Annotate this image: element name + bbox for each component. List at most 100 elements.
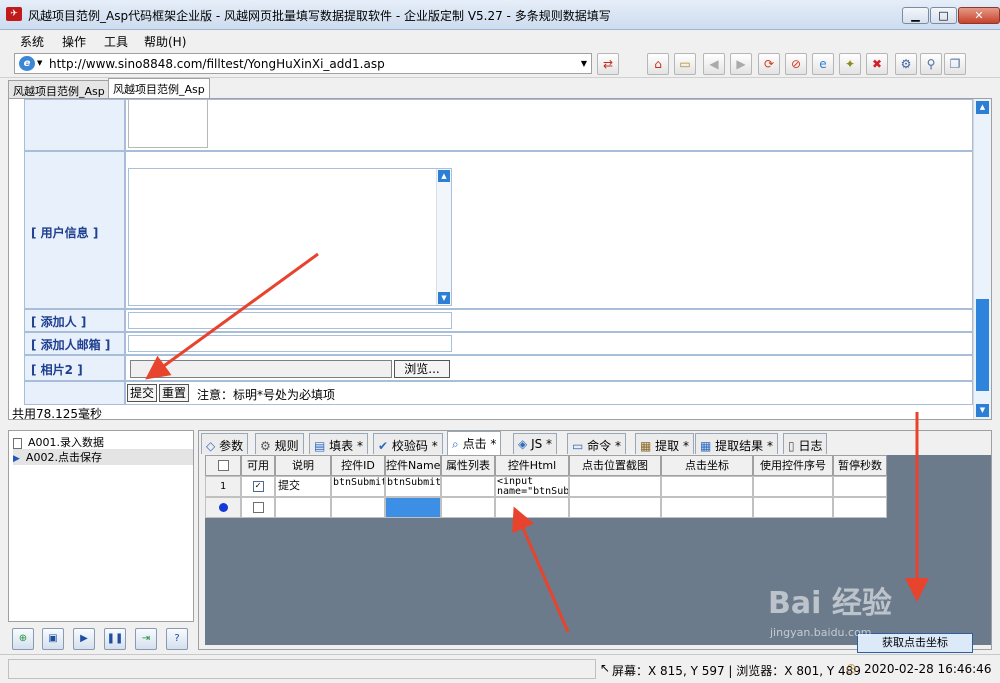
tab-label: 提取结果 *	[715, 439, 773, 453]
tab-extract-result[interactable]: ▦ 提取结果 *	[695, 433, 778, 454]
minimize-button[interactable]: ▁	[902, 7, 929, 24]
pause-seconds-cell[interactable]	[833, 476, 887, 497]
checkbox[interactable]	[217, 460, 229, 471]
tab-extract[interactable]: ▦ 提取 *	[635, 433, 694, 454]
export-icon[interactable]: ⇥	[135, 628, 157, 650]
panel-tabs: ◇ 参数 ⚙ 规则 ▤ 填表 * ✔ 校验码 * ⌕ 点击 * ◈ JS * ▭…	[199, 431, 993, 455]
chevron-down-icon[interactable]: ▼	[37, 59, 42, 67]
url-text: http://www.sino8848.com/filltest/YongHuX…	[49, 57, 385, 71]
back-icon[interactable]: ◀	[703, 53, 725, 75]
user-info-label-cell: [ 用户信息 ]	[24, 151, 125, 309]
url-input[interactable]: e ▼ http://www.sino8848.com/filltest/Yon…	[14, 53, 592, 74]
tab-params[interactable]: ◇ 参数	[201, 433, 249, 454]
menu-help[interactable]: 帮助(H)	[144, 33, 186, 50]
tab-log[interactable]: ▯ 日志	[783, 433, 828, 454]
click-icon: ⌕	[452, 437, 459, 451]
checkbox[interactable]	[252, 502, 264, 513]
enabled-cell[interactable]	[241, 497, 275, 518]
desc-cell[interactable]: 提交	[275, 476, 331, 497]
help-icon[interactable]: ?	[166, 628, 188, 650]
tab-rules[interactable]: ⚙ 规则	[255, 433, 304, 454]
click-coord-cell[interactable]	[661, 497, 753, 518]
doc-tab-1[interactable]: 风越项目范例_Asp	[8, 80, 110, 98]
browse-button[interactable]: 浏览...	[394, 360, 450, 378]
row-number: 1	[205, 476, 241, 497]
textarea-scrollbar[interactable]: ▲ ▼	[436, 169, 451, 305]
scroll-down-icon[interactable]: ▼	[976, 404, 989, 417]
tab-label: 提取 *	[655, 439, 689, 453]
step-item[interactable]: A001.录入数据	[13, 434, 104, 450]
save-icon[interactable]: ▣	[42, 628, 64, 650]
clock-icon: ◷	[846, 661, 857, 675]
ctrl-index-cell[interactable]	[753, 497, 833, 518]
checkbox-checked[interactable]: ✓	[252, 481, 264, 492]
scroll-up-icon[interactable]: ▲	[976, 101, 989, 114]
baidu-watermark: Bai 经验	[768, 586, 892, 621]
submit-label-cell	[24, 381, 125, 405]
browser-view: [ 用户信息 ] ▲ ▼ [ 添加人 ] [ 添加人邮箱 ] [ 相片2 ] 浏…	[8, 98, 992, 420]
close-button[interactable]: ✕	[958, 7, 1000, 24]
search-icon[interactable]: ⚲	[920, 53, 942, 75]
maximize-button[interactable]: □	[930, 7, 957, 24]
select-all-header[interactable]	[205, 455, 241, 476]
adder-input[interactable]	[128, 312, 452, 329]
ctrl-name-cell[interactable]: btnSubmit	[385, 476, 441, 497]
scroll-up-icon[interactable]: ▲	[438, 170, 450, 182]
home-icon[interactable]: ⌂	[647, 53, 669, 75]
form-label-cell	[24, 99, 125, 151]
gear-icon[interactable]: ⚙	[895, 53, 917, 75]
file-path-input[interactable]	[130, 360, 392, 378]
window-title: 风越项目范例_Asp代码框架企业版 - 风越网页批量填写数据提取软件 - 企业版…	[28, 9, 611, 23]
attr-list-cell[interactable]	[441, 476, 495, 497]
step-item-selected[interactable]: ▶ A002.点击保存	[13, 449, 193, 465]
get-click-coords-button[interactable]: 获取点击坐标	[857, 633, 973, 653]
scroll-thumb[interactable]	[976, 299, 989, 391]
delete-icon[interactable]: ✖	[866, 53, 888, 75]
menu-operate[interactable]: 操作	[62, 33, 86, 50]
ctrl-index-cell[interactable]	[753, 476, 833, 497]
tab-click[interactable]: ⌕ 点击 *	[447, 431, 502, 455]
url-dropdown-icon[interactable]: ▼	[581, 59, 587, 68]
ctrl-id-cell[interactable]	[331, 497, 385, 518]
column-header: 控件Name	[385, 455, 441, 476]
tab-js[interactable]: ◈ JS *	[513, 433, 558, 454]
forward-icon[interactable]: ▶	[730, 53, 752, 75]
user-info-textarea[interactable]: ▲ ▼	[128, 168, 452, 306]
attr-list-cell[interactable]	[441, 497, 495, 518]
go-icon[interactable]: ⇄	[597, 53, 619, 75]
play-icon[interactable]: ▶	[73, 628, 95, 650]
add-icon[interactable]: ⊕	[12, 628, 34, 650]
click-screenshot-cell[interactable]	[569, 476, 661, 497]
menu-system[interactable]: 系统	[20, 33, 44, 50]
tab-command[interactable]: ▭ 命令 *	[567, 433, 626, 454]
click-coord-cell[interactable]	[661, 476, 753, 497]
tab-captcha[interactable]: ✔ 校验码 *	[373, 433, 443, 454]
ctrl-html-cell[interactable]: <input name="btnSubm	[495, 476, 569, 497]
ctrl-id-cell[interactable]: btnSubmit	[331, 476, 385, 497]
reset-button[interactable]: 重置	[159, 384, 189, 402]
column-header: 点击位置截图	[569, 455, 661, 476]
adder-email-input[interactable]	[128, 335, 452, 352]
tab-label: 规则	[274, 439, 299, 453]
ctrl-html-cell[interactable]	[495, 497, 569, 518]
page-scrollbar[interactable]: ▲ ▼	[973, 99, 991, 419]
browser-icon[interactable]: e	[812, 53, 834, 75]
click-screenshot-cell[interactable]	[569, 497, 661, 518]
pause-icon[interactable]: ❚❚	[104, 628, 126, 650]
column-header: 暂停秒数	[833, 455, 887, 476]
desc-cell[interactable]	[275, 497, 331, 518]
step-list: A001.录入数据 ▶ A002.点击保存	[8, 430, 194, 622]
refresh-icon[interactable]: ⟳	[758, 53, 780, 75]
submit-button[interactable]: 提交	[127, 384, 157, 402]
stop-icon[interactable]: ⊘	[785, 53, 807, 75]
tab-fill-form[interactable]: ▤ 填表 *	[309, 433, 368, 454]
menu-tools[interactable]: 工具	[104, 33, 128, 50]
pause-seconds-cell[interactable]	[833, 497, 887, 518]
run-icon[interactable]: ✦	[839, 53, 861, 75]
window-icon[interactable]: ❐	[944, 53, 966, 75]
enabled-cell[interactable]: ✓	[241, 476, 275, 497]
scroll-down-icon[interactable]: ▼	[438, 292, 450, 304]
page-icon[interactable]: ▭	[674, 53, 696, 75]
ctrl-name-cell-selected[interactable]	[385, 497, 441, 518]
doc-tab-2[interactable]: 风越项目范例_Asp	[108, 78, 210, 98]
